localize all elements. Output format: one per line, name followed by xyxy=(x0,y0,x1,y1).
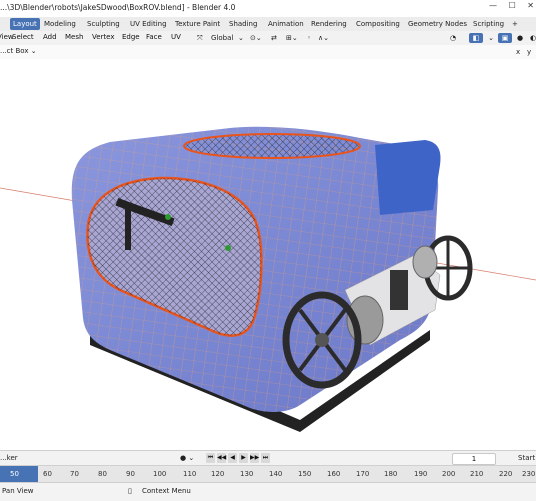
tab-modeling[interactable]: Modeling xyxy=(41,18,79,30)
ruler-label: 140 xyxy=(269,470,283,478)
viewport-header: View Select Add Mesh Vertex Edge Face UV… xyxy=(0,31,536,46)
tab-scripting[interactable]: Scripting xyxy=(470,18,507,30)
title-bar: ...\3D\Blender\robots\JakeSDwood\BoxROV.… xyxy=(0,0,536,17)
menu-mesh[interactable]: Mesh xyxy=(65,33,83,41)
ruler-label: 90 xyxy=(126,470,135,478)
viewport-scene xyxy=(0,126,536,432)
overlay-toggle-icon[interactable]: ◧ xyxy=(469,33,483,43)
next-keyframe-icon[interactable]: ▶▶ xyxy=(250,453,259,463)
tab-geometry-nodes[interactable]: Geometry Nodes xyxy=(405,18,470,30)
tab-sculpting[interactable]: Sculpting xyxy=(84,18,123,30)
ruler-label: 210 xyxy=(470,470,484,478)
maximize-icon[interactable]: ☐ xyxy=(509,1,516,10)
menu-face[interactable]: Face xyxy=(146,33,162,41)
buoyancy-block xyxy=(375,140,441,215)
tool-settings-row: ...ct Box ⌄ x y xyxy=(0,45,536,59)
jump-end-icon[interactable]: ⏭ xyxy=(261,453,270,463)
proportional-edit-icon[interactable]: ◦ xyxy=(307,33,311,43)
tab-animation[interactable]: Animation xyxy=(265,18,307,30)
tab-compositing[interactable]: Compositing xyxy=(353,18,403,30)
tab-texture-paint[interactable]: Texture Paint xyxy=(172,18,223,30)
ruler-label: 60 xyxy=(43,470,52,478)
pivot-icon[interactable]: ⊙⌄ xyxy=(250,33,262,43)
xray-icon[interactable]: ▣ xyxy=(498,33,512,43)
ruler-label: 70 xyxy=(70,470,79,478)
mirror-y-toggle[interactable]: y xyxy=(527,47,531,57)
timeline-ruler[interactable]: 50 60 70 80 90 100 110 120 130 140 150 1… xyxy=(0,465,536,483)
play-icon[interactable]: ▶ xyxy=(239,453,248,463)
status-bar: Pan View ▯ Context Menu xyxy=(0,482,536,501)
select-box-dropdown[interactable]: ...ct Box ⌄ xyxy=(0,47,37,55)
ruler-label: 200 xyxy=(442,470,456,478)
motor-cylinder-2 xyxy=(412,245,438,279)
workspace-tabs: Layout Modeling Sculpting UV Editing Tex… xyxy=(0,17,536,32)
ruler-label: 120 xyxy=(211,470,225,478)
ruler-label: 100 xyxy=(153,470,167,478)
thruster-hub xyxy=(315,333,329,347)
jump-start-icon[interactable]: ⏮ xyxy=(206,453,215,463)
playhead[interactable] xyxy=(0,466,38,483)
window-title: ...\3D\Blender\robots\JakeSDwood\BoxROV.… xyxy=(0,3,236,12)
play-reverse-icon[interactable]: ◀ xyxy=(228,453,237,463)
gizmo-green xyxy=(165,214,171,220)
transform-orientation-dropdown[interactable]: Global xyxy=(211,33,233,43)
tab-rendering[interactable]: Rendering xyxy=(308,18,350,30)
ruler-label: 170 xyxy=(356,470,370,478)
ruler-label: 110 xyxy=(183,470,197,478)
mouse-icon: ▯ xyxy=(128,487,132,495)
add-workspace-button[interactable]: + xyxy=(509,18,521,30)
tab-shading[interactable]: Shading xyxy=(226,18,260,30)
menu-add[interactable]: Add xyxy=(43,33,57,41)
snap-icon[interactable]: ⇄ xyxy=(271,33,277,43)
tab-uv-editing[interactable]: UV Editing xyxy=(127,18,170,30)
prev-keyframe-icon[interactable]: ◀◀ xyxy=(217,453,226,463)
tab-layout[interactable]: Layout xyxy=(10,18,40,30)
material-preview-icon[interactable]: ◐ xyxy=(526,33,536,43)
snap-target-icon[interactable]: ⊞⌄ xyxy=(286,33,298,43)
start-frame-label[interactable]: Start xyxy=(518,454,535,462)
menu-select[interactable]: Select xyxy=(12,33,34,41)
ruler-label: 150 xyxy=(298,470,312,478)
solid-shading-icon[interactable]: ● xyxy=(513,33,527,43)
ruler-label: 230 xyxy=(522,470,536,478)
current-frame-field[interactable]: 1 xyxy=(452,453,496,465)
select-box-label: ...ct Box xyxy=(0,47,29,55)
ruler-label: 80 xyxy=(98,470,107,478)
chevron-down-icon[interactable]: ⌄ xyxy=(238,33,244,43)
camera-stand xyxy=(125,205,131,250)
close-icon[interactable]: ✕ xyxy=(527,1,534,10)
menu-vertex[interactable]: Vertex xyxy=(92,33,115,41)
3d-viewport[interactable] xyxy=(0,59,536,450)
top-hatch xyxy=(183,133,361,159)
mouse-pan-hint: Pan View xyxy=(2,487,34,495)
ruler-label: 50 xyxy=(10,470,19,478)
keyframe-dot-icon[interactable]: ● ⌄ xyxy=(180,454,194,462)
context-menu-hint: Context Menu xyxy=(142,487,191,495)
orientation-icon[interactable]: ⤧ xyxy=(197,33,203,43)
proportional-falloff-icon[interactable]: ∧⌄ xyxy=(318,33,329,43)
timeline-header: ...ker ● ⌄ ⏮ ◀◀ ◀ ▶ ▶▶ ⏭ 1 Start xyxy=(0,450,536,466)
ruler-label: 180 xyxy=(384,470,398,478)
gizmo-visibility-icon[interactable]: ◔ xyxy=(446,33,460,43)
motor-bracket xyxy=(390,270,408,310)
menu-edge[interactable]: Edge xyxy=(122,33,140,41)
mirror-x-toggle[interactable]: x xyxy=(516,47,520,57)
minimize-icon[interactable]: — xyxy=(489,1,497,10)
ruler-label: 130 xyxy=(240,470,254,478)
ruler-label: 220 xyxy=(499,470,513,478)
ruler-label: 190 xyxy=(414,470,428,478)
menu-uv[interactable]: UV xyxy=(171,33,181,41)
ruler-label: 160 xyxy=(327,470,341,478)
marker-menu[interactable]: ...ker xyxy=(0,454,18,462)
overlay-dropdown-icon[interactable]: ⌄ xyxy=(484,33,498,43)
gizmo-green-2 xyxy=(225,245,231,251)
